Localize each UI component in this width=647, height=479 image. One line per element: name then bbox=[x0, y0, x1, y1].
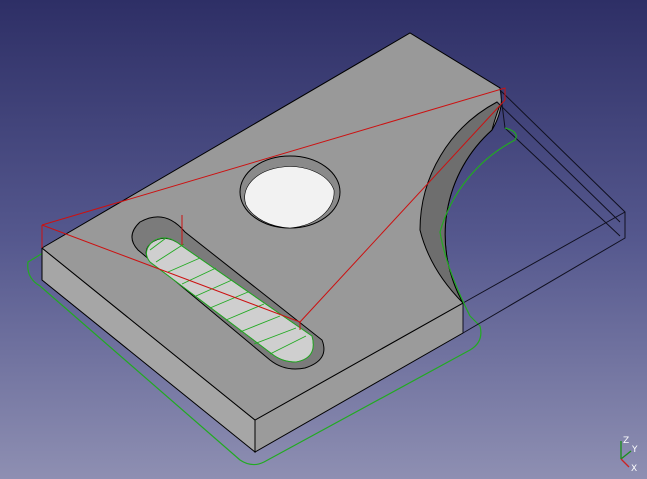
y-axis-label: Y bbox=[631, 445, 638, 455]
3d-viewport[interactable]: Z Y X bbox=[0, 0, 647, 479]
z-axis-label: Z bbox=[623, 436, 629, 446]
y-axis-line bbox=[620, 450, 632, 460]
cam-scene bbox=[27, 32, 626, 466]
x-axis-label: X bbox=[631, 464, 637, 473]
axis-triad: Z Y X bbox=[620, 436, 638, 473]
x-axis-line bbox=[620, 458, 630, 468]
